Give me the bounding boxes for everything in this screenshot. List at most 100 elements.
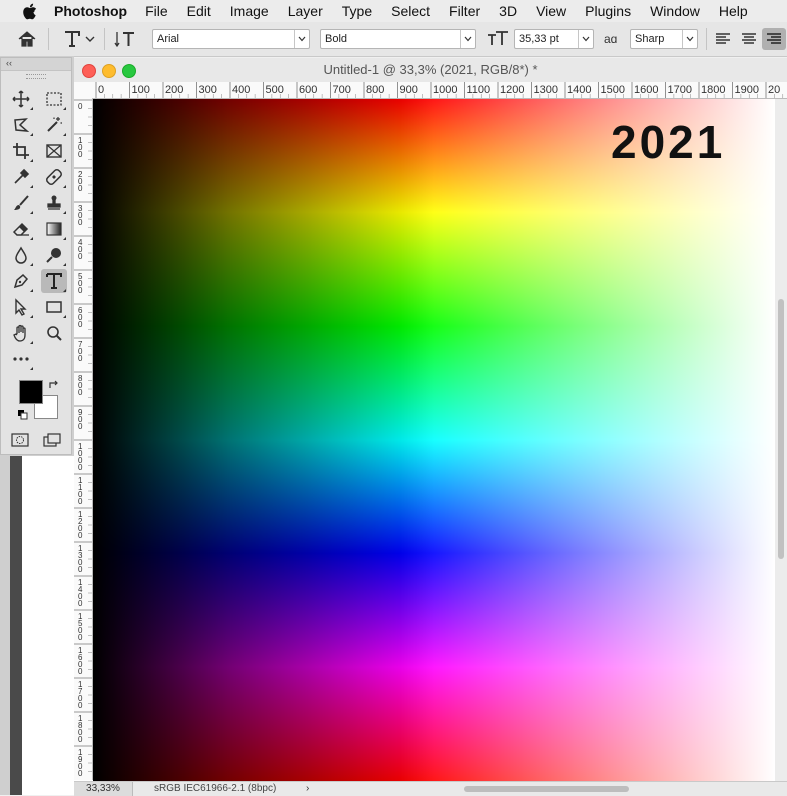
bandage-icon <box>46 169 62 185</box>
quick-mask-icon[interactable] <box>11 433 29 452</box>
ruler-label: 0 <box>98 84 104 96</box>
text-orientation-icon[interactable] <box>114 28 138 50</box>
frame-tool[interactable] <box>41 139 67 163</box>
lasso-tool[interactable] <box>8 113 34 137</box>
align-center-icon[interactable] <box>740 28 758 50</box>
menu-plugins[interactable]: Plugins <box>585 3 631 19</box>
zoom-tool[interactable] <box>41 321 67 345</box>
ruler-label: 0 <box>78 769 83 778</box>
ruler-label: 0 <box>78 422 83 431</box>
antialias-value: Sharp <box>635 33 665 45</box>
menu-edit[interactable]: Edit <box>187 3 211 19</box>
path-selection-tool[interactable] <box>8 295 34 319</box>
zoom-level-field[interactable]: 33,33% <box>74 782 133 796</box>
align-right-icon[interactable] <box>762 28 786 50</box>
align-left-icon[interactable] <box>714 28 732 50</box>
dodge-tool[interactable] <box>41 243 67 267</box>
vertical-scrollbar[interactable] <box>775 99 787 781</box>
ruler-label: 1900 <box>735 84 759 96</box>
screen-mode-icon[interactable] <box>43 433 63 452</box>
pasteboard <box>22 456 74 795</box>
document-canvas[interactable]: 2021 <box>93 99 775 781</box>
vertical-ruler[interactable]: 0100200300400500600700800900100011001200… <box>74 98 93 780</box>
ruler-label: 0 <box>78 184 83 193</box>
menu-type[interactable]: Type <box>342 3 372 19</box>
ruler-label: 0 <box>78 388 83 397</box>
hand-tool[interactable] <box>8 321 34 345</box>
edit-toolbar-button[interactable] <box>8 347 34 371</box>
eraser-tool[interactable] <box>8 217 34 241</box>
pen-tool[interactable] <box>8 269 34 293</box>
vertical-scroll-thumb[interactable] <box>778 299 784 559</box>
separator <box>706 28 707 50</box>
ruler-label: 1200 <box>500 84 524 96</box>
horizontal-scroll-thumb[interactable] <box>464 786 629 792</box>
horizontal-ruler[interactable]: 0 100 200 300 400 500 600 700 800 900 1000 1100 1200… <box>74 82 787 99</box>
menu-app-name[interactable]: Photoshop <box>54 3 127 19</box>
menu-file[interactable]: File <box>145 3 168 19</box>
crop-tool[interactable] <box>8 139 34 163</box>
stamp-icon <box>47 195 61 210</box>
ruler-label: 0 <box>78 599 83 608</box>
ruler-label: 20 <box>768 84 780 96</box>
font-size-input[interactable]: 35,33 pt <box>514 29 594 49</box>
brush-tool[interactable] <box>8 191 34 215</box>
font-size-value: 35,33 pt <box>519 33 559 45</box>
font-style-select[interactable]: Bold <box>320 29 476 49</box>
blur-tool[interactable] <box>8 243 34 267</box>
status-menu-arrow[interactable]: › <box>306 782 309 796</box>
move-tool[interactable] <box>8 87 34 111</box>
ruler-label: 0 <box>78 701 83 710</box>
apple-icon[interactable] <box>20 2 38 20</box>
document-window: Untitled-1 @ 33,3% (2021, RGB/8*) * 0 100… <box>74 58 787 796</box>
pen-icon <box>13 273 29 289</box>
ruler-label: 0 <box>78 252 83 261</box>
type-tool[interactable] <box>41 269 67 293</box>
ruler-label: 1400 <box>567 84 591 96</box>
color-profile-label: sRGB IEC61966-2.1 (8bpc) <box>154 783 277 794</box>
ruler-label: 100 <box>132 84 150 96</box>
rectangle-tool[interactable] <box>41 295 67 319</box>
gradient-tool[interactable] <box>41 217 67 241</box>
ruler-label: 0 <box>78 320 83 329</box>
ruler-label: 0 <box>78 633 83 642</box>
magnifier-icon <box>47 326 62 341</box>
default-colors-icon[interactable] <box>17 408 29 426</box>
panel-grip[interactable] <box>26 74 46 79</box>
type-icon <box>46 273 62 289</box>
healing-brush-tool[interactable] <box>41 165 67 189</box>
eraser-icon <box>12 222 29 236</box>
canvas-text-layer[interactable]: 2021 <box>611 115 725 169</box>
ruler-label: 0 <box>78 218 83 227</box>
ruler-label: 800 <box>366 84 384 96</box>
antialias-select[interactable]: Sharp <box>630 29 698 49</box>
swap-colors-icon[interactable] <box>48 378 60 396</box>
panel-collapse-button[interactable]: ‹‹ <box>1 58 71 71</box>
ruler-label: 1000 <box>433 84 457 96</box>
home-icon[interactable] <box>16 28 38 50</box>
type-tool-preset-icon[interactable] <box>62 28 98 50</box>
menu-filter[interactable]: Filter <box>449 3 480 19</box>
document-title-bar[interactable]: Untitled-1 @ 33,3% (2021, RGB/8*) * <box>74 58 787 83</box>
menu-3d[interactable]: 3D <box>499 3 517 19</box>
menu-layer[interactable]: Layer <box>288 3 323 19</box>
menu-window[interactable]: Window <box>650 3 700 19</box>
menu-image[interactable]: Image <box>230 3 269 19</box>
panel-edge <box>10 456 22 795</box>
ruler-label: 1100 <box>467 84 491 96</box>
marquee-tool[interactable] <box>41 87 67 111</box>
font-family-select[interactable]: Arial <box>152 29 310 49</box>
antialias-icon: aɑ <box>604 32 618 46</box>
menu-help[interactable]: Help <box>719 3 748 19</box>
arrow-icon <box>15 298 27 316</box>
eyedropper-tool[interactable] <box>8 165 34 189</box>
clone-stamp-tool[interactable] <box>41 191 67 215</box>
menu-view[interactable]: View <box>536 3 566 19</box>
foreground-color-swatch[interactable] <box>19 380 43 404</box>
ruler-label: 700 <box>333 84 351 96</box>
ruler-label: 1600 <box>634 84 658 96</box>
ruler-label: 200 <box>165 84 183 96</box>
ruler-label: 0 <box>78 286 83 295</box>
magic-wand-tool[interactable] <box>41 113 67 137</box>
menu-select[interactable]: Select <box>391 3 430 19</box>
